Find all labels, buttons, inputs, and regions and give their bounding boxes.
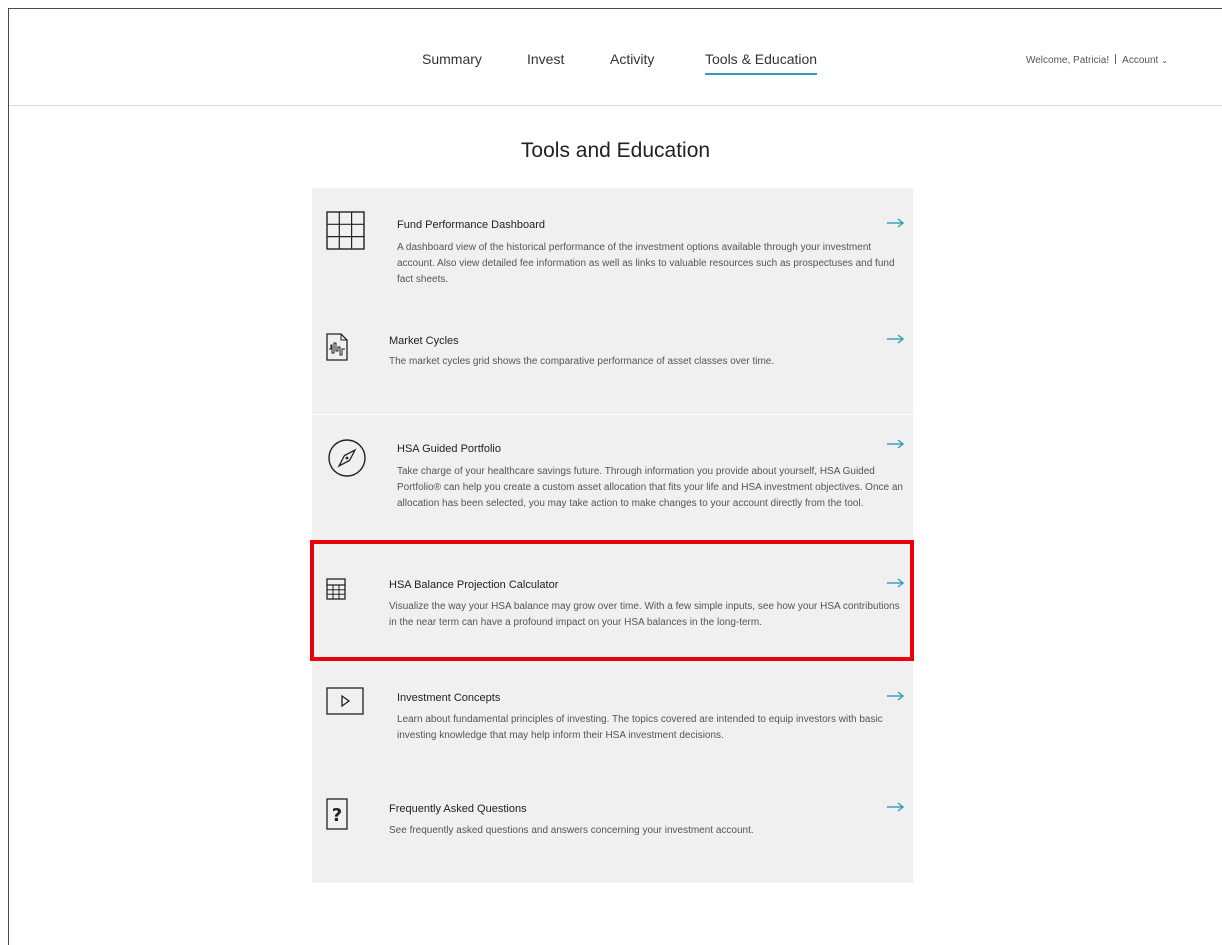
tool-card-investment-concepts[interactable]: Investment Concepts Learn about fundamen…: [312, 657, 913, 769]
card-title: HSA Balance Projection Calculator: [389, 579, 559, 591]
card-description: The market cycles grid shows the compara…: [389, 356, 775, 367]
tool-card-fund-performance[interactable]: Fund Performance Dashboard A dashboard v…: [312, 188, 913, 308]
card-description: Learn about fundamental principles of in…: [397, 714, 883, 741]
tab-activity[interactable]: Activity: [610, 51, 654, 67]
card-description: Take charge of your healthcare savings f…: [397, 466, 903, 509]
arrow-right-icon[interactable]: [887, 802, 905, 812]
arrow-right-icon[interactable]: [887, 334, 905, 344]
calculator-icon: [326, 578, 346, 605]
card-title: Market Cycles: [389, 335, 459, 347]
tool-card-hsa-balance-calculator[interactable]: HSA Balance Projection Calculator Visual…: [312, 546, 913, 657]
account-separator: [1115, 54, 1117, 64]
account-label: Account: [1122, 55, 1159, 66]
arrow-right-icon[interactable]: [887, 218, 905, 228]
question-icon: ?: [326, 798, 348, 835]
card-title: Frequently Asked Questions: [389, 803, 527, 815]
card-description: A dashboard view of the historical perfo…: [397, 242, 895, 285]
card-title: Fund Performance Dashboard: [397, 219, 545, 231]
tool-card-market-cycles[interactable]: Market Cycles The market cycles grid sho…: [312, 308, 913, 414]
card-title: Investment Concepts: [397, 692, 501, 704]
welcome-text: Welcome, Patricia!: [1025, 55, 1110, 66]
chevron-down-icon: ⌄: [1161, 56, 1168, 65]
card-description: Visualize the way your HSA balance may g…: [389, 601, 900, 628]
tab-invest[interactable]: Invest: [527, 51, 564, 67]
grid-table-icon: [326, 211, 366, 256]
card-description: See frequently asked questions and answe…: [389, 825, 754, 836]
tool-card-faq[interactable]: ? Frequently Asked Questions See frequen…: [312, 769, 913, 883]
page-title: Tools and Education: [520, 139, 711, 162]
tools-panel: Fund Performance Dashboard A dashboard v…: [312, 188, 913, 883]
card-title: HSA Guided Portfolio: [397, 443, 501, 455]
arrow-right-icon[interactable]: [887, 691, 905, 701]
compass-icon: [326, 437, 368, 484]
arrow-right-icon[interactable]: [887, 578, 905, 588]
account-area: Welcome, Patricia! Account ⌄: [1026, 54, 1168, 66]
arrow-right-icon[interactable]: [887, 439, 905, 449]
play-icon: [326, 687, 364, 720]
top-header: Summary Invest Activity Tools & Educatio…: [9, 9, 1222, 106]
tab-summary[interactable]: Summary: [422, 51, 482, 67]
account-menu-button[interactable]: Account ⌄: [1122, 55, 1168, 66]
tab-tools-education[interactable]: Tools & Education: [705, 51, 818, 75]
svg-text:?: ?: [332, 805, 342, 826]
tool-card-hsa-guided-portfolio[interactable]: HSA Guided Portfolio Take charge of your…: [312, 415, 913, 546]
market-chart-icon: [326, 333, 348, 366]
